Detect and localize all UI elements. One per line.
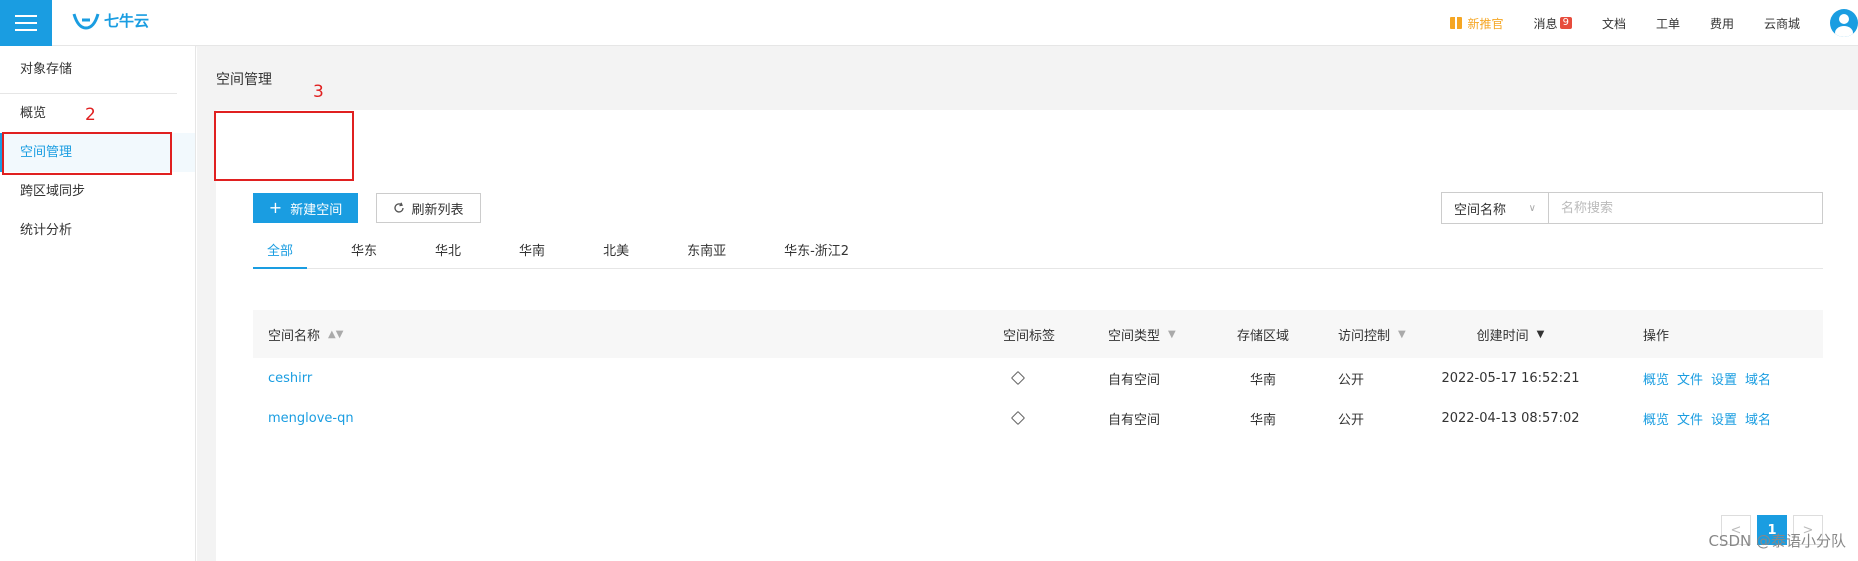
docs-link[interactable]: 文档 <box>1602 15 1626 32</box>
watermark: CSDN @泰语小分队 <box>1708 532 1846 550</box>
gift-icon <box>1449 17 1462 29</box>
col-header-created-label: 创建时间 <box>1476 328 1529 344</box>
chevron-down-icon: ∨ <box>1528 202 1536 214</box>
search-input[interactable] <box>1549 192 1823 224</box>
action-domain-link[interactable]: 域名 <box>1745 409 1771 428</box>
refresh-list-label: 刷新列表 <box>411 202 464 218</box>
col-header-created[interactable]: 创建时间 ▼ <box>1438 325 1583 344</box>
sidebar-item-statistics[interactable]: 统计分析 <box>0 211 195 250</box>
filter-icon[interactable]: ▼ <box>1168 329 1176 340</box>
bucket-type: 自有空间 <box>1108 412 1161 428</box>
bucket-access: 公开 <box>1338 412 1365 428</box>
col-header-region: 存储区域 <box>1236 328 1289 344</box>
tab-south-china[interactable]: 华南 <box>505 235 559 269</box>
col-header-access: 访问控制 ▼ <box>1323 325 1438 344</box>
bucket-region: 华南 <box>1249 372 1276 388</box>
col-header-type-label: 空间类型 <box>1108 328 1161 344</box>
bucket-access: 公开 <box>1338 372 1365 388</box>
messages-badge: 9 <box>1559 17 1572 29</box>
tab-east-china[interactable]: 华东 <box>337 235 391 269</box>
tickets-link[interactable]: 工单 <box>1656 15 1680 32</box>
bucket-created: 2022-05-17 16:52:21 <box>1441 370 1580 386</box>
user-avatar-icon[interactable] <box>1830 9 1858 37</box>
main-content: 空间管理 + 新建空间 刷新列表 空间名称 ∨ 全部 华东 华北 华南 北美 <box>197 46 1858 561</box>
col-header-name[interactable]: 空间名称 ▲▼ <box>253 325 988 344</box>
tab-east-china-zhejiang2[interactable]: 华东-浙江2 <box>770 235 863 269</box>
tab-southeast-asia[interactable]: 东南亚 <box>673 235 740 269</box>
create-bucket-button[interactable]: + 新建空间 <box>253 193 358 223</box>
logo-text: 七牛云 <box>104 12 150 30</box>
search-select-value: 空间名称 <box>1454 202 1507 218</box>
filter-icon[interactable]: ▼ <box>1398 329 1406 340</box>
qiniu-logo-icon <box>72 13 100 30</box>
annotation-label-2: 2 <box>85 105 96 125</box>
sort-icon[interactable]: ▲▼ <box>328 329 343 340</box>
action-settings-link[interactable]: 设置 <box>1711 369 1737 388</box>
action-domain-link[interactable]: 域名 <box>1745 369 1771 388</box>
tag-icon[interactable] <box>1010 410 1026 426</box>
bucket-name-link[interactable]: ceshirr <box>268 371 312 386</box>
refresh-list-button[interactable]: 刷新列表 <box>376 193 481 223</box>
action-files-link[interactable]: 文件 <box>1677 409 1703 428</box>
create-bucket-label: 新建空间 <box>290 202 343 218</box>
page-title: 空间管理 <box>216 72 272 88</box>
search-bar: 空间名称 ∨ <box>1441 192 1823 224</box>
tag-icon[interactable] <box>1010 370 1026 386</box>
annotation-box-create <box>214 111 354 181</box>
annotation-label-3: 3 <box>313 82 324 102</box>
action-overview-link[interactable]: 概览 <box>1643 369 1669 388</box>
annotation-box-sidebar <box>2 132 172 175</box>
action-files-link[interactable]: 文件 <box>1677 369 1703 388</box>
table-header: 空间名称 ▲▼ 空间标签 空间类型 ▼ 存储区域 访问控制 ▼ 创建时间 ▼ 操… <box>253 310 1823 358</box>
search-field-select[interactable]: 空间名称 ∨ <box>1441 192 1549 224</box>
bucket-created: 2022-04-13 08:57:02 <box>1441 410 1580 426</box>
top-navbar: 七牛云 新推官 消息 9 文档 工单 费用 云商城 <box>0 0 1858 46</box>
col-header-type: 空间类型 ▼ <box>1093 325 1203 344</box>
messages-label: 消息 <box>1533 16 1558 31</box>
sidebar: 对象存储 概览 空间管理 跨区域同步 统计分析 <box>0 46 196 561</box>
bucket-region: 华南 <box>1249 412 1276 428</box>
col-header-access-label: 访问控制 <box>1338 328 1391 344</box>
action-overview-link[interactable]: 概览 <box>1643 409 1669 428</box>
tab-all[interactable]: 全部 <box>253 235 308 269</box>
col-header-name-label: 空间名称 <box>268 328 321 344</box>
col-header-tag: 空间标签 <box>1003 328 1056 344</box>
bucket-name-link[interactable]: menglove-qn <box>268 411 354 426</box>
table-row: ceshirr 自有空间 华南 公开 2022-05-17 16:52:21 概… <box>253 358 1823 398</box>
col-header-actions: 操作 <box>1643 328 1670 344</box>
plus-icon: + <box>268 198 283 217</box>
refresh-icon <box>394 202 405 213</box>
sidebar-item-overview[interactable]: 概览 <box>0 94 195 133</box>
billing-link[interactable]: 费用 <box>1710 15 1734 32</box>
messages-link[interactable]: 消息 9 <box>1534 15 1572 32</box>
action-settings-link[interactable]: 设置 <box>1711 409 1737 428</box>
region-tabs: 全部 华东 华北 华南 北美 东南亚 华东-浙江2 <box>253 235 1823 269</box>
mall-link[interactable]: 云商城 <box>1764 15 1800 32</box>
sidebar-item-object-storage[interactable]: 对象存储 <box>0 46 177 94</box>
hamburger-menu-icon[interactable] <box>0 0 52 46</box>
content-card: + 新建空间 刷新列表 空间名称 ∨ 全部 华东 华北 华南 北美 东南亚 华东… <box>216 110 1858 561</box>
promo-link[interactable]: 新推官 <box>1449 15 1504 32</box>
table-row: menglove-qn 自有空间 华南 公开 2022-04-13 08:57:… <box>253 398 1823 438</box>
bucket-type: 自有空间 <box>1108 372 1161 388</box>
tab-north-china[interactable]: 华北 <box>421 235 475 269</box>
bucket-table: 空间名称 ▲▼ 空间标签 空间类型 ▼ 存储区域 访问控制 ▼ 创建时间 ▼ 操… <box>253 310 1823 438</box>
sidebar-item-cross-region-sync[interactable]: 跨区域同步 <box>0 172 195 211</box>
sort-icon[interactable]: ▼ <box>1537 329 1545 340</box>
qiniu-logo[interactable]: 七牛云 <box>72 10 149 31</box>
promo-label: 新推官 <box>1467 16 1504 31</box>
tab-north-america[interactable]: 北美 <box>589 235 643 269</box>
